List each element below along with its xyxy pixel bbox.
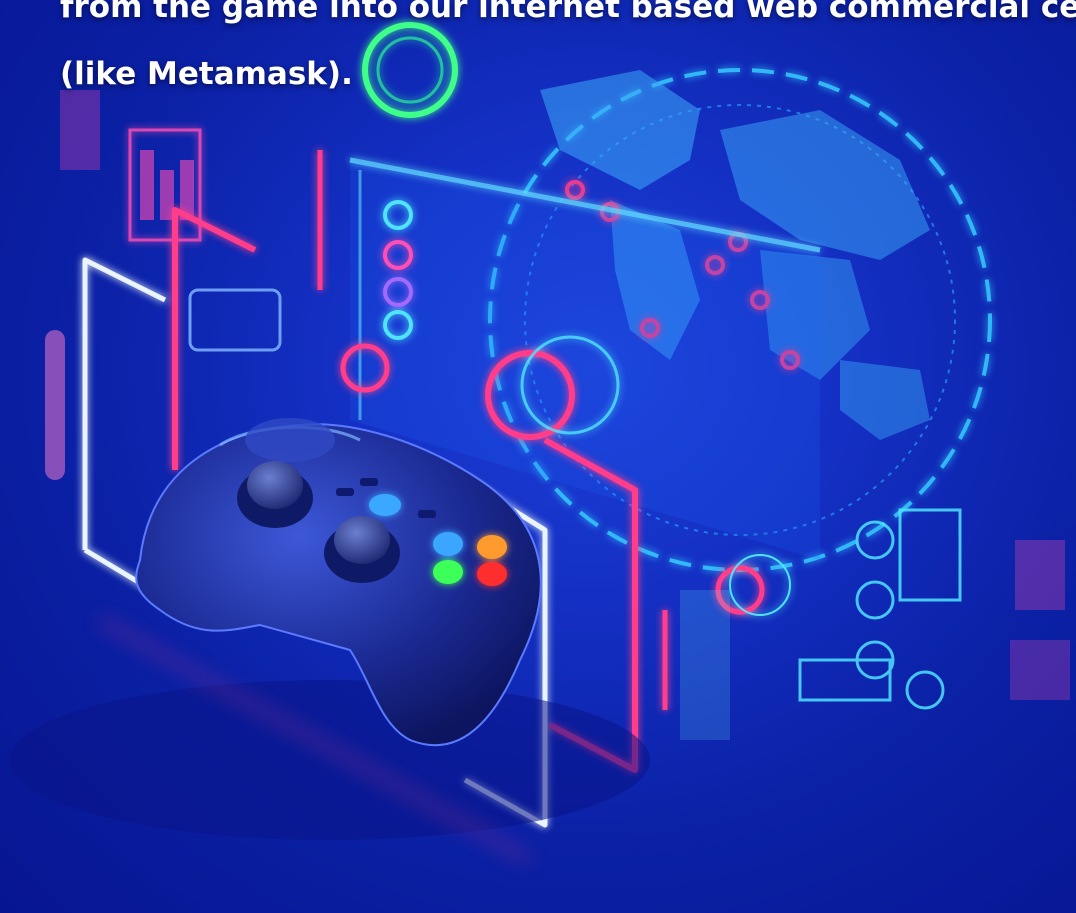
gaming-illustration xyxy=(10,22,1070,865)
caption-line-1: from the game into our internet based we… xyxy=(60,0,1076,25)
caption-line-2: (like Metamask). xyxy=(60,56,353,92)
hero-image: from the game into our internet based we… xyxy=(0,0,1076,913)
caption-text: from the game into our internet based we… xyxy=(60,0,1076,108)
